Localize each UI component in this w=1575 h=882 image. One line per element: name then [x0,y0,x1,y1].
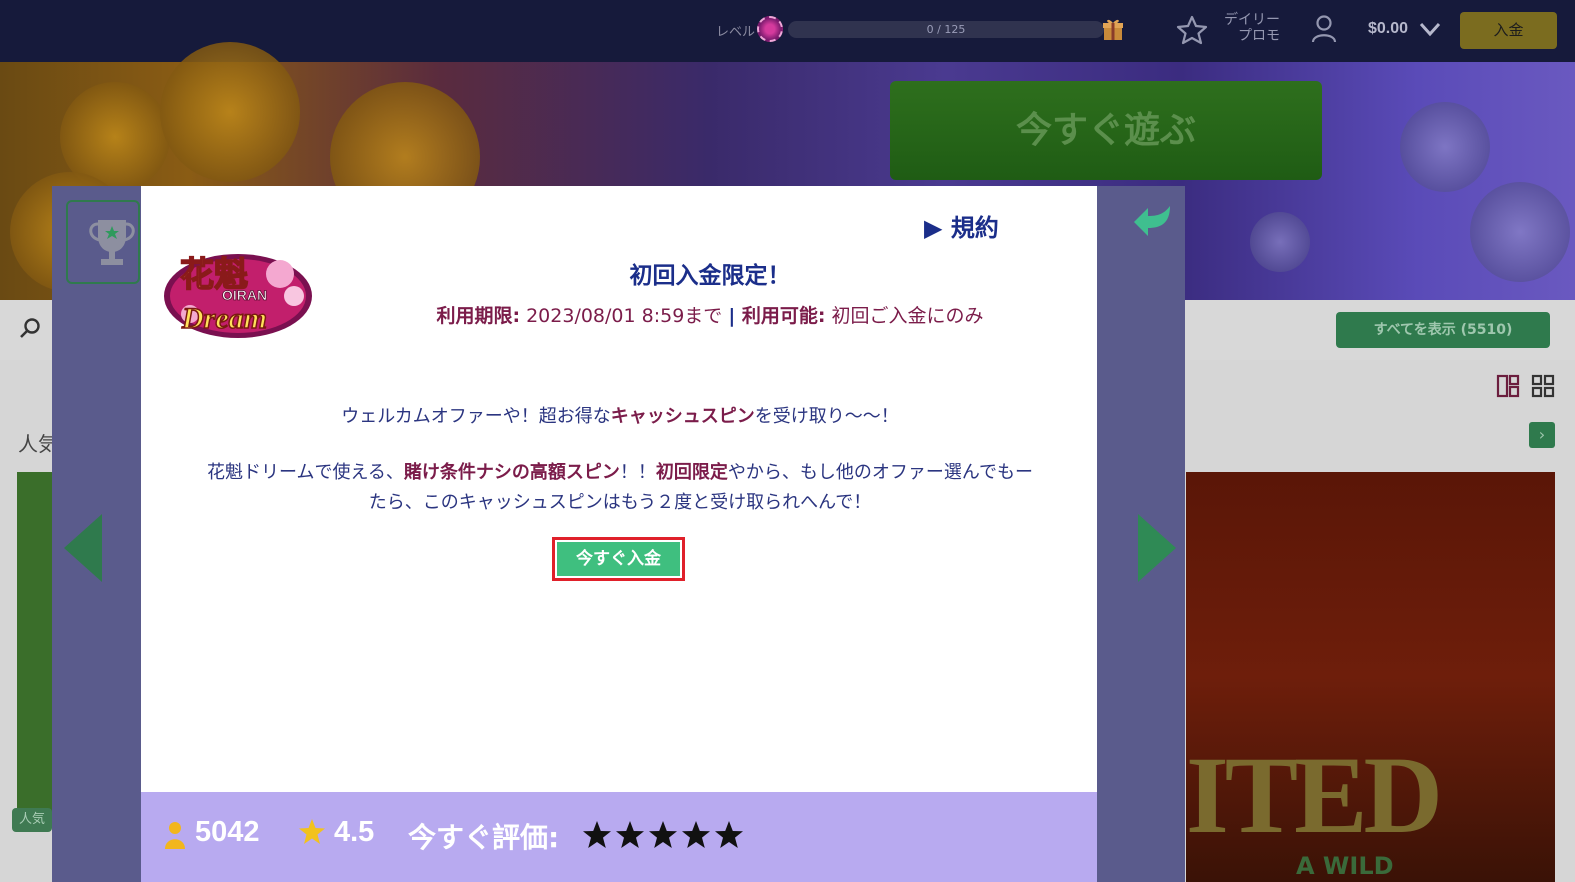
banner-chip-decoration [1470,182,1570,282]
user-account-icon[interactable] [1310,14,1338,44]
level-chip-icon [757,16,783,42]
game-tile[interactable]: ITED A WILD [1186,472,1555,882]
popular-next-button[interactable]: › [1529,422,1555,448]
trophy-icon [89,220,135,265]
header-deposit-button[interactable]: 入金 [1460,12,1557,49]
game-tile-artwork: ITED [1186,734,1443,856]
rate-stars [582,820,744,850]
logo-text-bottom: Dream [181,302,267,335]
modal-prev-arrow-icon[interactable] [62,512,104,584]
offer-description-line1: ウェルカムオファーや！超お得なキャッシュスピンを受け取り～～！ [160,402,1080,428]
user-icon [165,822,185,849]
daily-promo-line1: デイリー [1224,12,1280,28]
validity-value: 2023/08/01 8:59まで [520,305,729,327]
usable-value: 初回ご入金にのみ [825,305,984,327]
usable-label: 利用可能: [735,305,826,327]
play-now-button[interactable]: 今すぐ遊ぶ [890,81,1322,180]
chevron-down-icon[interactable] [1418,20,1442,38]
level-label: レベル [716,25,756,40]
desc-text: やから、もし他のオファー選んでもー [727,462,1034,483]
banner-coin-decoration [160,42,300,182]
banner-chip-decoration [1400,102,1490,192]
validity-label: 利用期限: [436,305,521,327]
oiran-dream-logo: 花魁 OIRAN Dream [164,254,312,338]
balance-display[interactable]: $0.00 [1368,20,1408,38]
gift-icon[interactable] [1102,17,1124,41]
modal-next-arrow-icon[interactable] [1136,512,1178,584]
desc-highlight: キャッシュスピン [610,406,755,427]
rate-star-icon[interactable] [615,820,645,850]
desc-text: ！！ [619,462,656,483]
rate-star-icon[interactable] [582,820,612,850]
search-icon[interactable] [18,316,42,340]
daily-promo-line2: プロモ [1238,28,1280,44]
rate-star-icon[interactable] [714,820,744,850]
desc-text: 花魁ドリームで使える、 [206,462,404,483]
game-tile-artwork-sub: A WILD [1296,852,1394,880]
rate-star-icon[interactable] [648,820,678,850]
desc-highlight: 初回限定 [655,462,728,483]
large-grid-layout-icon[interactable] [1496,374,1520,398]
small-grid-layout-icon[interactable] [1531,374,1555,398]
desc-highlight: 賭け条件ナシの高額スピン [403,462,620,483]
level-progress-text: 0 / 125 [926,23,966,36]
rate-star-icon[interactable] [681,820,711,850]
deposit-now-button-outline[interactable]: 今すぐ入金 [552,537,685,581]
player-count: 5042 [195,816,260,848]
back-return-icon[interactable] [1132,204,1176,240]
offer-title: 初回入金限定！ [629,263,791,289]
game-tile[interactable] [17,472,53,812]
rating-score: 4.5 [334,816,375,848]
rate-now-label: 今すぐ評価: [408,821,560,854]
deposit-now-button[interactable]: 今すぐ入金 [557,542,680,576]
popular-badge: 人気 [12,808,52,832]
banner-chip-decoration [1250,212,1310,272]
desc-text: たら、このキャッシュスピンはもう２度と受け取られへんで！ [368,492,872,513]
terms-link[interactable]: ▶ 規約 [924,208,999,243]
daily-promo-link[interactable]: デイリー プロモ [1216,12,1280,44]
show-all-games-button[interactable]: すべてを表示 (5510) [1336,312,1550,348]
desc-text: ウェルカムオファーや！超お得な [341,406,611,427]
level-progress-bar: 0 / 125 [788,21,1104,38]
daily-promo-star-icon[interactable] [1176,14,1208,46]
desc-text: を受け取り～～！ [754,406,899,427]
offer-description-paragraph: 花魁ドリームで使える、賭け条件ナシの高額スピン！！初回限定やから、もし他のオファ… [150,458,1090,518]
logo-text-mid: OIRAN [222,287,267,303]
star-icon [299,819,325,844]
offer-meta: 利用期限: 2023/08/01 8:59まで | 利用可能: 初回ご入金にのみ [380,301,1040,328]
